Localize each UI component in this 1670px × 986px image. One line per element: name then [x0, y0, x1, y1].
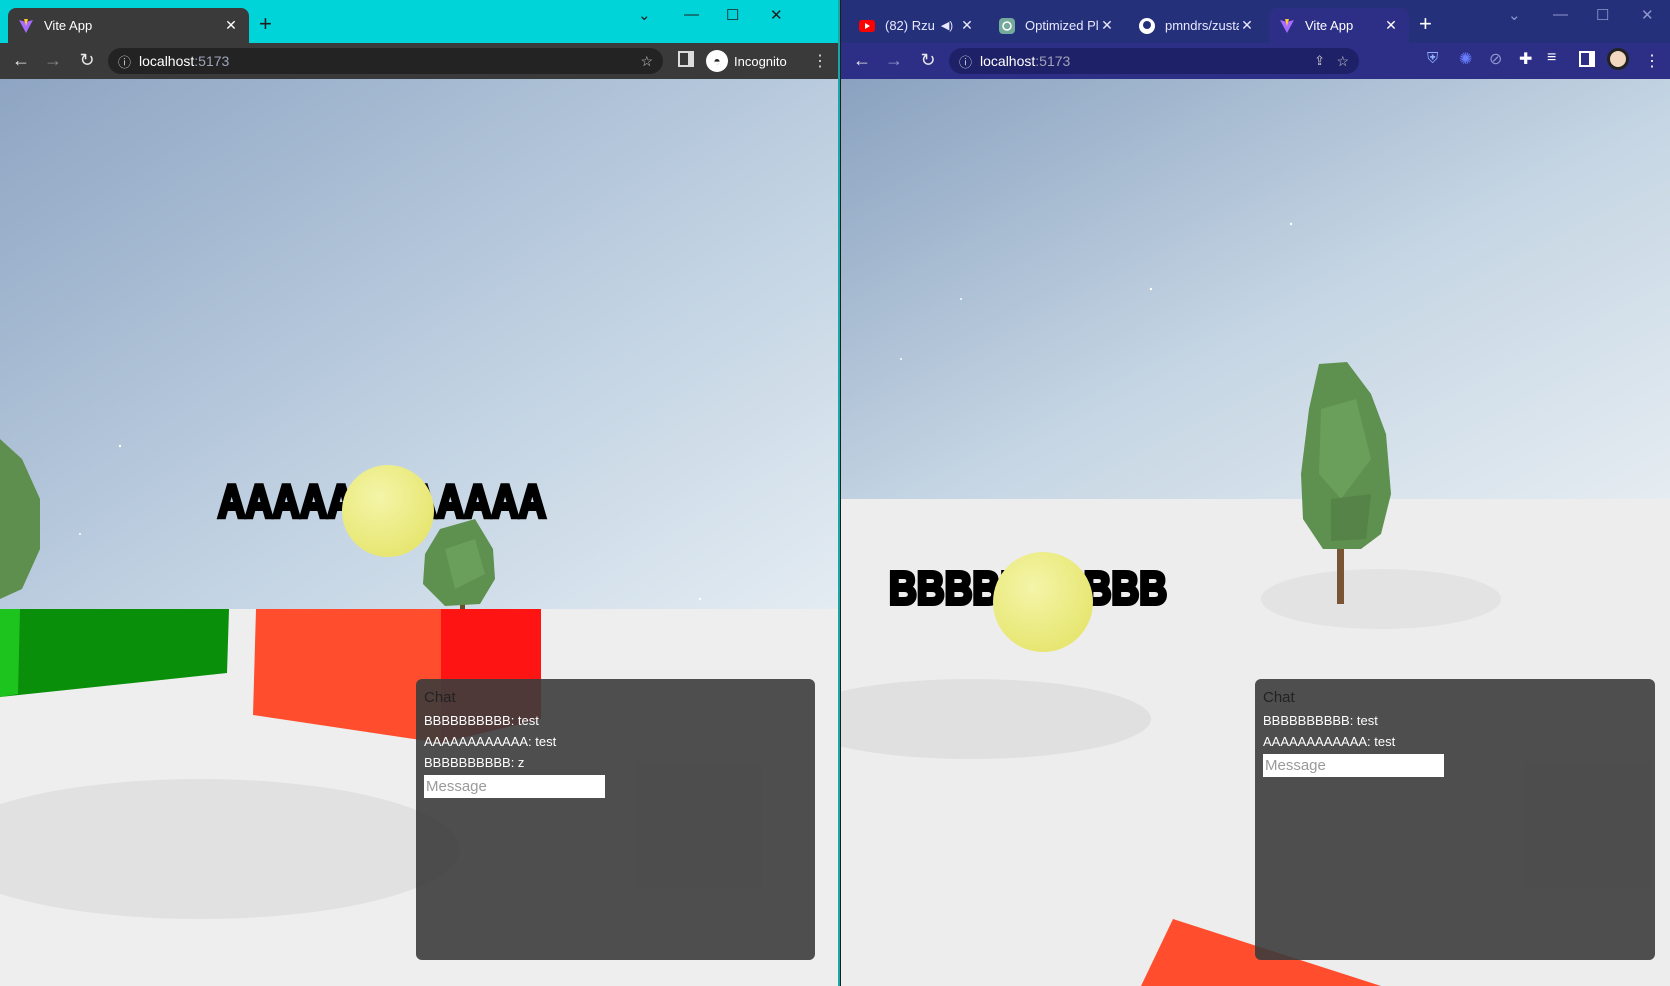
tab-title: pmndrs/zusta: [1165, 18, 1239, 33]
extension-gear-icon[interactable]: ✺: [1459, 49, 1472, 69]
side-panel-icon[interactable]: [1579, 51, 1595, 67]
tab-title: Optimized Pla: [1025, 18, 1099, 33]
chat-message: AAAAAAAAAAAA: test: [1263, 734, 1396, 749]
extensions-puzzle-icon[interactable]: ✚: [1519, 49, 1532, 69]
left-3d-scene[interactable]: AAAAAAAAAAAA Chat BBBBBBBBBB: test AAAAA…: [0, 79, 838, 986]
incognito-icon: ◓: [706, 50, 728, 72]
minimize-icon[interactable]: —: [1553, 6, 1568, 23]
close-window-icon[interactable]: ✕: [770, 6, 783, 24]
tab-github[interactable]: pmndrs/zusta ✕: [1129, 8, 1265, 43]
tab-title: (82) Rzuca: [885, 18, 935, 33]
tab-close-icon[interactable]: ✕: [1099, 17, 1115, 34]
media-controls-icon[interactable]: ≡: [1547, 49, 1556, 67]
site-info-icon[interactable]: ⓘ: [118, 52, 131, 71]
tab-vite-app[interactable]: Vite App ✕: [8, 8, 249, 43]
right-3d-scene[interactable]: BBBBBBBBBB Chat BBBBBBBBBB: test AAAAAAA…: [841, 79, 1670, 986]
extension-shield-icon[interactable]: ⛨: [1427, 50, 1438, 67]
tab-openai[interactable]: Optimized Pla ✕: [989, 8, 1125, 43]
profile-avatar[interactable]: [1607, 48, 1629, 70]
address-bar[interactable]: ⓘ localhost:5173 ☆: [108, 48, 663, 74]
player-ball: [993, 552, 1093, 652]
forward-icon[interactable]: →: [883, 50, 905, 71]
incognito-label: Incognito: [734, 53, 787, 69]
url-port: :5173: [194, 53, 230, 69]
tab-title: Vite App: [1305, 18, 1354, 33]
tab-close-icon[interactable]: ✕: [959, 17, 975, 34]
chat-message: AAAAAAAAAAAA: test: [424, 734, 557, 749]
chat-message-input[interactable]: [1263, 754, 1444, 777]
left-titlebar: Vite App ✕ + ⌄ — ☐ ✕: [0, 0, 838, 43]
maximize-icon[interactable]: ☐: [1596, 6, 1609, 24]
chat-panel: Chat BBBBBBBBBB: test AAAAAAAAAAAA: test…: [416, 679, 815, 960]
maximize-icon[interactable]: ☐: [726, 6, 739, 24]
bookmark-star-icon[interactable]: ☆: [1336, 53, 1349, 70]
address-bar[interactable]: ⓘ localhost:5173 ⇪ ☆: [949, 48, 1359, 74]
vite-icon: [18, 18, 34, 34]
tab-close-icon[interactable]: ✕: [1239, 17, 1255, 34]
player-ball: [342, 465, 434, 557]
tab-vite-app[interactable]: Vite App ✕: [1269, 8, 1409, 43]
chat-title: Chat: [424, 689, 456, 706]
youtube-icon: [859, 18, 875, 34]
new-tab-icon[interactable]: +: [259, 13, 272, 35]
back-icon[interactable]: ←: [851, 50, 873, 71]
tab-title: Vite App: [44, 18, 93, 33]
right-browser-window: (82) Rzuca ◀) ✕ Optimized Pla ✕ pmndrs/z…: [841, 0, 1670, 986]
left-browser-window: Vite App ✕ + ⌄ — ☐ ✕ ← → ↻ ⓘ localhost:5…: [0, 0, 840, 986]
tab-youtube[interactable]: (82) Rzuca ◀) ✕: [849, 8, 985, 43]
incognito-badge[interactable]: ◓ Incognito: [706, 48, 787, 74]
menu-kebab-icon[interactable]: ⋮: [812, 51, 828, 71]
vite-icon: [1279, 18, 1295, 34]
chat-message: BBBBBBBBBB: test: [1263, 713, 1378, 728]
site-info-icon[interactable]: ⓘ: [959, 52, 972, 71]
reload-icon[interactable]: ↻: [917, 50, 939, 71]
tab-search-icon[interactable]: ⌄: [638, 6, 651, 24]
bookmark-star-icon[interactable]: ☆: [640, 53, 653, 70]
github-icon: [1139, 17, 1155, 34]
menu-kebab-icon[interactable]: ⋮: [1644, 51, 1660, 71]
new-tab-icon[interactable]: +: [1419, 13, 1432, 35]
share-icon[interactable]: ⇪: [1314, 53, 1325, 69]
url-host: localhost: [980, 53, 1036, 69]
tab-close-icon[interactable]: ✕: [223, 17, 239, 34]
reload-icon[interactable]: ↻: [76, 50, 98, 71]
tab-close-icon[interactable]: ✕: [1383, 17, 1399, 34]
audio-playing-icon[interactable]: ◀): [941, 19, 953, 32]
close-window-icon[interactable]: ✕: [1641, 6, 1654, 24]
tab-search-icon[interactable]: ⌄: [1508, 6, 1521, 24]
right-titlebar: (82) Rzuca ◀) ✕ Optimized Pla ✕ pmndrs/z…: [841, 0, 1670, 43]
forward-icon[interactable]: →: [42, 50, 64, 71]
openai-icon: [999, 17, 1015, 34]
side-panel-icon[interactable]: [678, 51, 694, 67]
back-icon[interactable]: ←: [10, 50, 32, 71]
extension-blocked-icon[interactable]: ⊘: [1489, 49, 1502, 69]
url-port: :5173: [1035, 53, 1071, 69]
minimize-icon[interactable]: —: [684, 6, 699, 23]
url-host: localhost: [139, 53, 195, 69]
chat-message-input[interactable]: [424, 775, 605, 798]
chat-message: BBBBBBBBBB: z: [424, 755, 525, 770]
chat-title: Chat: [1263, 689, 1295, 706]
chat-panel: Chat BBBBBBBBBB: test AAAAAAAAAAAA: test: [1255, 679, 1655, 960]
chat-message: BBBBBBBBBB: test: [424, 713, 539, 728]
